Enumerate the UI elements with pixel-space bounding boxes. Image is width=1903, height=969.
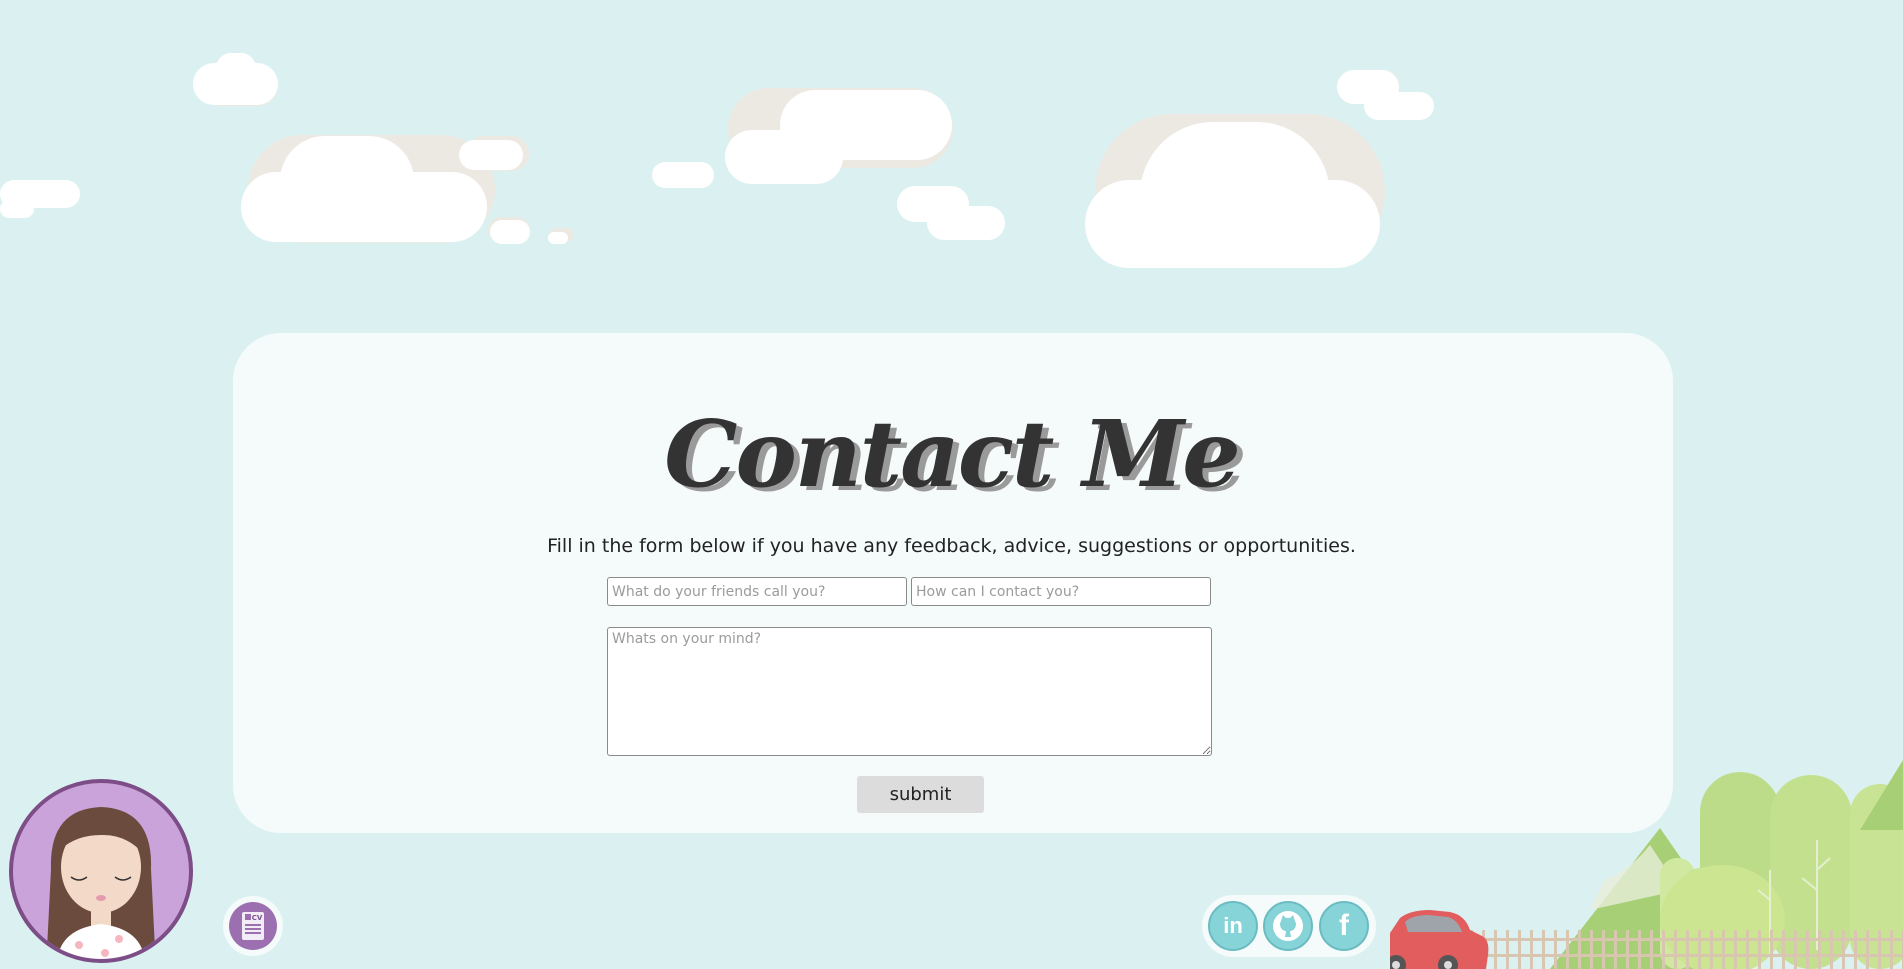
facebook-icon: f: [1339, 909, 1349, 942]
linkedin-button[interactable]: in: [1208, 901, 1258, 951]
page-subtitle: Fill in the form below if you have any f…: [547, 535, 1356, 557]
cv-label: CV: [252, 914, 263, 922]
fence-post: [1506, 930, 1509, 969]
fence-post: [1758, 930, 1761, 969]
fence-post: [1542, 930, 1545, 969]
fence-post: [1722, 930, 1725, 969]
github-button[interactable]: [1263, 901, 1313, 951]
fence-post: [1782, 930, 1785, 969]
fence-post: [1698, 930, 1701, 969]
fence-post: [1866, 930, 1869, 969]
fence-post: [1578, 930, 1581, 969]
fence-post: [1614, 930, 1617, 969]
fence-post: [1686, 930, 1689, 969]
fence-post: [1818, 930, 1821, 969]
fence-post: [1638, 930, 1641, 969]
cv-button[interactable]: CV: [223, 896, 283, 956]
fence-post: [1890, 930, 1893, 969]
fence-post: [1554, 930, 1557, 969]
fence-post: [1746, 930, 1749, 969]
contact-input[interactable]: [911, 577, 1211, 606]
facebook-button[interactable]: f: [1319, 901, 1369, 951]
fence-post: [1734, 930, 1737, 969]
fence-post: [1518, 930, 1521, 969]
clouds-decoration: [0, 53, 1434, 268]
fence-post: [1590, 930, 1593, 969]
fence-post: [1662, 930, 1665, 969]
fence-post: [1794, 930, 1797, 969]
fence-post: [1566, 930, 1569, 969]
submit-button[interactable]: submit: [857, 776, 984, 813]
fence-post: [1878, 930, 1881, 969]
fence-post: [1842, 930, 1845, 969]
fence-post: [1602, 930, 1605, 969]
page-title: Contact Me: [664, 400, 1241, 508]
landscape-decoration: [1390, 760, 1903, 969]
fence-post: [1650, 930, 1653, 969]
fence-post: [1710, 930, 1713, 969]
fence-post: [1806, 930, 1809, 969]
fence-post: [1626, 930, 1629, 969]
message-textarea[interactable]: [607, 627, 1212, 756]
cv-document-icon: CV: [229, 902, 277, 950]
name-input[interactable]: [607, 577, 907, 606]
fence-post: [1530, 930, 1533, 969]
fence-post: [1830, 930, 1833, 969]
fence-post: [1854, 930, 1857, 969]
social-links: in f: [1202, 895, 1376, 957]
fence-post: [1674, 930, 1677, 969]
linkedin-icon: in: [1223, 913, 1243, 938]
fence-post: [1494, 930, 1497, 969]
avatar[interactable]: [9, 779, 193, 963]
contact-page: Contact Me Fill in the form below if you…: [0, 0, 1903, 969]
fence-post: [1770, 930, 1773, 969]
github-icon: [1273, 911, 1303, 941]
